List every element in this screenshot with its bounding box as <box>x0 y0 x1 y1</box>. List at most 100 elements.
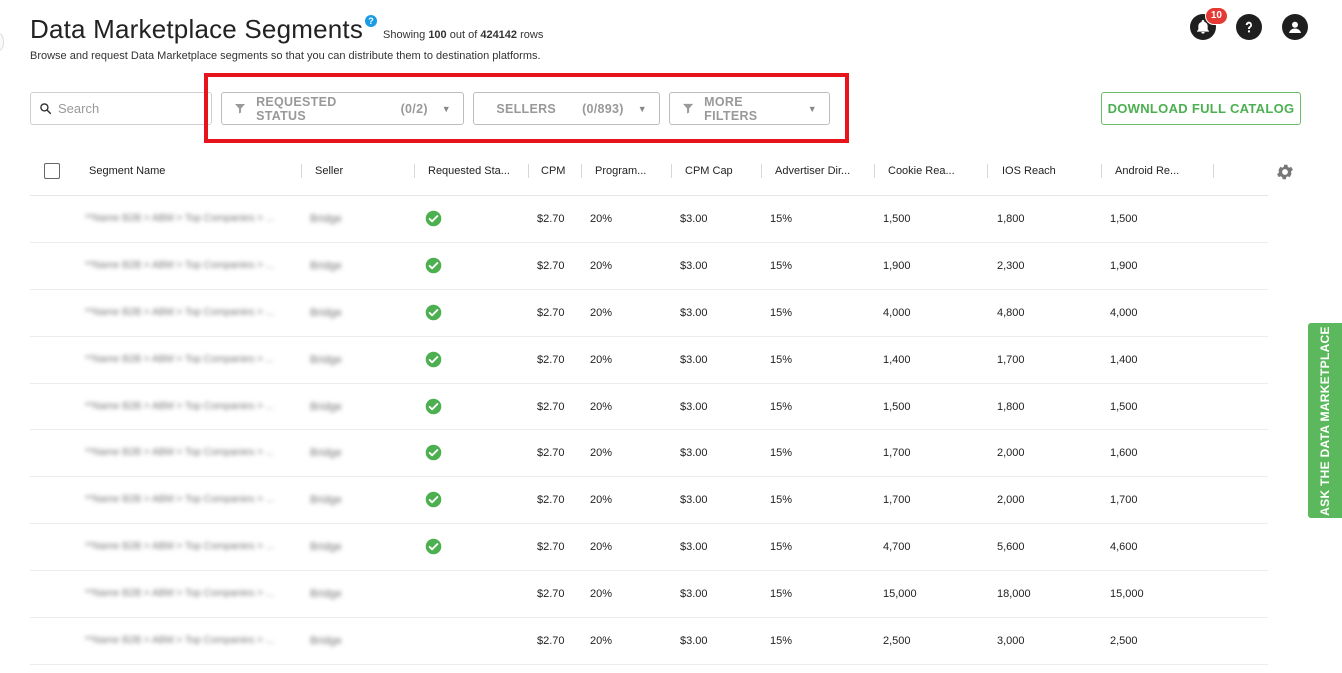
collapsed-panel-handle[interactable] <box>0 33 4 51</box>
cell-cpm-cap: $3.00 <box>680 447 708 460</box>
filter-label: REQUESTED STATUS <box>256 94 337 123</box>
col-header-cpm[interactable]: CPM <box>541 165 565 177</box>
filter-sellers[interactable]: SELLERS (0/893) ▼ <box>473 92 660 125</box>
column-divider[interactable] <box>1213 164 1214 178</box>
cell-cpm-cap: $3.00 <box>680 353 708 366</box>
cell-advertiser-direct: 15% <box>770 259 793 272</box>
cell-cpm: $2.70 <box>537 259 565 272</box>
col-header-program[interactable]: Program... <box>595 165 646 177</box>
requested-check-icon <box>425 351 442 367</box>
cell-cookie-reach: 1,700 <box>883 447 911 460</box>
ask-marketplace-tab[interactable]: ASK THE DATA MARKETPLACE <box>1308 323 1342 518</box>
column-divider[interactable] <box>1101 164 1102 178</box>
title-row: Data Marketplace Segments ? Showing 100 … <box>30 14 543 45</box>
funnel-icon <box>235 103 246 114</box>
help-badge-icon[interactable]: ? <box>365 15 378 27</box>
cell-program: 20% <box>590 353 613 366</box>
row-count-showing: 100 <box>428 29 447 41</box>
table-body: **Name B2B > ABM > Top Companies > ... Br… <box>30 196 1268 665</box>
cell-android-reach: 4,600 <box>1110 541 1138 554</box>
cell-seller: Bridge <box>310 353 342 366</box>
table-row[interactable]: **Name B2B > ABM > Top Companies > ... Br… <box>30 337 1268 384</box>
table-row[interactable]: **Name B2B > ABM > Top Companies > ... Br… <box>30 477 1268 525</box>
col-header-advertiser-direct[interactable]: Advertiser Dir... <box>775 165 850 177</box>
cell-cpm: $2.70 <box>537 213 565 225</box>
cell-cpm: $2.70 <box>537 400 565 413</box>
filter-count: (0/2) <box>400 101 428 116</box>
search-icon <box>40 103 52 115</box>
cell-ios-reach: 5,600 <box>997 541 1025 554</box>
help-circle-icon[interactable] <box>1236 14 1262 40</box>
col-header-cpm-cap[interactable]: CPM Cap <box>685 165 733 177</box>
cell-seller: Bridge <box>310 259 342 272</box>
cell-cookie-reach: 1,900 <box>883 259 911 272</box>
requested-check-icon <box>425 210 442 227</box>
cell-cpm: $2.70 <box>537 541 565 554</box>
col-header-android-reach[interactable]: Android Re... <box>1115 165 1179 177</box>
column-divider[interactable] <box>581 164 582 178</box>
cell-ios-reach: 4,800 <box>997 306 1025 319</box>
cell-android-reach: 4,000 <box>1110 306 1138 319</box>
col-header-segment-name[interactable]: Segment Name <box>89 165 165 177</box>
column-divider[interactable] <box>761 164 762 178</box>
cell-ios-reach: 2,000 <box>997 494 1025 507</box>
cell-program: 20% <box>590 541 613 554</box>
col-header-seller[interactable]: Seller <box>315 165 343 177</box>
cell-ios-reach: 2,000 <box>997 447 1025 460</box>
column-divider[interactable] <box>528 164 529 178</box>
requested-check-icon <box>425 445 442 461</box>
filter-count: (0/893) <box>582 101 624 116</box>
page-header: Data Marketplace Segments ? Showing 100 … <box>30 14 543 62</box>
cell-android-reach: 1,600 <box>1110 447 1138 460</box>
col-header-cookie-reach[interactable]: Cookie Rea... <box>888 165 955 177</box>
cell-advertiser-direct: 15% <box>770 306 793 319</box>
gear-icon[interactable] <box>1275 162 1295 182</box>
search-input[interactable] <box>58 101 198 116</box>
cell-cookie-reach: 1,500 <box>883 400 911 413</box>
select-all-checkbox[interactable] <box>44 163 60 179</box>
column-divider[interactable] <box>987 164 988 178</box>
table-row[interactable]: **Name B2B > ABM > Top Companies > ... Br… <box>30 290 1268 337</box>
cell-cookie-reach: 2,500 <box>883 635 911 648</box>
column-divider[interactable] <box>874 164 875 178</box>
cell-advertiser-direct: 15% <box>770 400 793 413</box>
column-divider[interactable] <box>301 164 302 178</box>
cell-android-reach: 1,700 <box>1110 494 1138 507</box>
cell-seller: Bridge <box>310 213 342 225</box>
row-count: Showing 100 out of 424142 rows <box>383 29 543 41</box>
cell-advertiser-direct: 15% <box>770 494 793 507</box>
column-divider[interactable] <box>414 164 415 178</box>
cell-segment-name: **Name B2B > ABM > Top Companies > ... <box>85 400 275 412</box>
table-row[interactable]: **Name B2B > ABM > Top Companies > ... Br… <box>30 384 1268 431</box>
cell-segment-name: **Name B2B > ABM > Top Companies > ... <box>85 353 275 365</box>
col-header-requested-status[interactable]: Requested Sta... <box>428 165 510 177</box>
table-row[interactable]: **Name B2B > ABM > Top Companies > ... Br… <box>30 524 1268 572</box>
top-icon-bar: 10 <box>1190 7 1308 40</box>
cell-cpm: $2.70 <box>537 447 565 460</box>
caret-down-icon: ▼ <box>637 103 647 114</box>
search-box[interactable] <box>30 92 212 125</box>
cell-cpm: $2.70 <box>537 494 565 507</box>
user-avatar-icon[interactable] <box>1282 14 1308 40</box>
cell-advertiser-direct: 15% <box>770 447 793 460</box>
filter-label: MORE FILTERS <box>704 94 758 123</box>
table-row[interactable]: **Name B2B > ABM > Top Companies > ... Br… <box>30 430 1268 478</box>
cell-program: 20% <box>590 635 613 648</box>
funnel-icon <box>683 103 694 114</box>
column-divider[interactable] <box>671 164 672 178</box>
cell-segment-name: **Name B2B > ABM > Top Companies > ... <box>85 635 275 647</box>
table-row[interactable]: **Name B2B > ABM > Top Companies > ... Br… <box>30 243 1268 290</box>
download-catalog-button[interactable]: DOWNLOAD FULL CATALOG <box>1101 92 1301 125</box>
table-row[interactable]: **Name B2B > ABM > Top Companies > ... Br… <box>30 618 1268 665</box>
cell-seller: Bridge <box>310 447 342 460</box>
cell-cookie-reach: 4,700 <box>883 541 911 554</box>
cell-program: 20% <box>590 259 613 272</box>
cell-cpm-cap: $3.00 <box>680 588 708 601</box>
filter-more[interactable]: MORE FILTERS ▼ <box>669 92 830 125</box>
col-header-ios-reach[interactable]: IOS Reach <box>1002 165 1056 177</box>
bell-icon[interactable]: 10 <box>1190 7 1228 40</box>
cell-cpm: $2.70 <box>537 306 565 319</box>
table-row[interactable]: **Name B2B > ABM > Top Companies > ... Br… <box>30 571 1268 619</box>
filter-requested-status[interactable]: REQUESTED STATUS (0/2) ▼ <box>221 92 464 125</box>
table-row[interactable]: **Name B2B > ABM > Top Companies > ... Br… <box>30 196 1268 243</box>
